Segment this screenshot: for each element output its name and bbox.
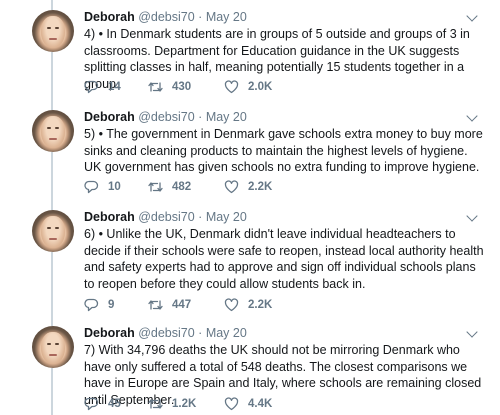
author-name[interactable]: Deborah (84, 326, 135, 340)
tweet-actions: 10 482 2.2K (84, 180, 384, 196)
author-name[interactable]: Deborah (84, 10, 135, 24)
retweet-count: 1.2K (172, 398, 197, 410)
tweet[interactable]: Deborah @debsi70 · May 20 5) • The gover… (0, 100, 500, 200)
separator: · (198, 10, 203, 24)
avatar[interactable] (32, 110, 74, 152)
retweet-icon (148, 397, 163, 411)
tweet-actions: 14 430 2.0K (84, 80, 384, 96)
author-handle[interactable]: @debsi70 (138, 326, 194, 340)
reply-count: 45 (108, 398, 121, 410)
reply-count: 10 (108, 181, 121, 193)
like-button[interactable]: 4.4K (224, 397, 272, 411)
tweet-text: 5) • The government in Denmark gave scho… (84, 127, 483, 174)
like-count: 2.0K (248, 81, 273, 93)
heart-icon (224, 80, 239, 94)
reply-icon (84, 80, 99, 94)
reply-button[interactable]: 10 (84, 180, 121, 194)
chevron-down-icon[interactable] (466, 10, 478, 22)
tweet-actions: 9 447 2.2K (84, 298, 384, 314)
tweet[interactable]: Deborah @debsi70 · May 20 4) • In Denmar… (0, 0, 500, 100)
retweet-icon (148, 180, 163, 194)
retweet-button[interactable]: 430 (148, 80, 191, 94)
retweet-count: 447 (172, 299, 192, 311)
heart-icon (224, 180, 239, 194)
retweet-icon (148, 298, 163, 312)
author-handle[interactable]: @debsi70 (138, 210, 194, 224)
reply-count: 14 (108, 81, 121, 93)
tweet-header: Deborah @debsi70 · May 20 (84, 325, 247, 341)
reply-icon (84, 397, 99, 411)
retweet-count: 430 (172, 81, 192, 93)
reply-count: 9 (108, 299, 115, 311)
tweet-header: Deborah @debsi70 · May 20 (84, 9, 247, 25)
author-name[interactable]: Deborah (84, 210, 135, 224)
reply-button[interactable]: 45 (84, 397, 121, 411)
chevron-down-icon[interactable] (466, 210, 478, 222)
like-button[interactable]: 2.0K (224, 80, 272, 94)
tweet-date[interactable]: May 20 (206, 10, 247, 24)
reply-button[interactable]: 14 (84, 80, 121, 94)
heart-icon (224, 397, 239, 411)
tweet-header: Deborah @debsi70 · May 20 (84, 109, 247, 125)
separator: · (198, 210, 203, 224)
retweet-button[interactable]: 1.2K (148, 397, 196, 411)
tweet-date[interactable]: May 20 (206, 110, 247, 124)
like-button[interactable]: 2.2K (224, 180, 272, 194)
avatar[interactable] (32, 210, 74, 252)
tweet-date[interactable]: May 20 (206, 326, 247, 340)
chevron-down-icon[interactable] (466, 110, 478, 122)
retweet-icon (148, 80, 163, 94)
reply-button[interactable]: 9 (84, 298, 114, 312)
reply-icon (84, 298, 99, 312)
retweet-count: 482 (172, 181, 192, 193)
reply-icon (84, 180, 99, 194)
tweet-text: 6) • Unlike the UK, Denmark didn't leave… (84, 227, 484, 291)
retweet-button[interactable]: 447 (148, 298, 191, 312)
tweet-header: Deborah @debsi70 · May 20 (84, 209, 247, 225)
author-name[interactable]: Deborah (84, 110, 135, 124)
like-count: 4.4K (248, 398, 273, 410)
separator: · (198, 110, 203, 124)
tweet[interactable]: Deborah @debsi70 · May 20 6) • Unlike th… (0, 200, 500, 316)
author-handle[interactable]: @debsi70 (138, 10, 194, 24)
tweet-date[interactable]: May 20 (206, 210, 247, 224)
tweet-actions: 45 1.2K 4.4K (84, 397, 384, 413)
avatar[interactable] (32, 10, 74, 52)
retweet-button[interactable]: 482 (148, 180, 191, 194)
avatar[interactable] (32, 326, 74, 368)
separator: · (198, 326, 203, 340)
chevron-down-icon[interactable] (466, 326, 478, 338)
author-handle[interactable]: @debsi70 (138, 110, 194, 124)
like-count: 2.2K (248, 299, 273, 311)
tweet[interactable]: Deborah @debsi70 · May 20 7) With 34,796… (0, 316, 500, 415)
heart-icon (224, 298, 239, 312)
like-button[interactable]: 2.2K (224, 298, 272, 312)
like-count: 2.2K (248, 181, 273, 193)
